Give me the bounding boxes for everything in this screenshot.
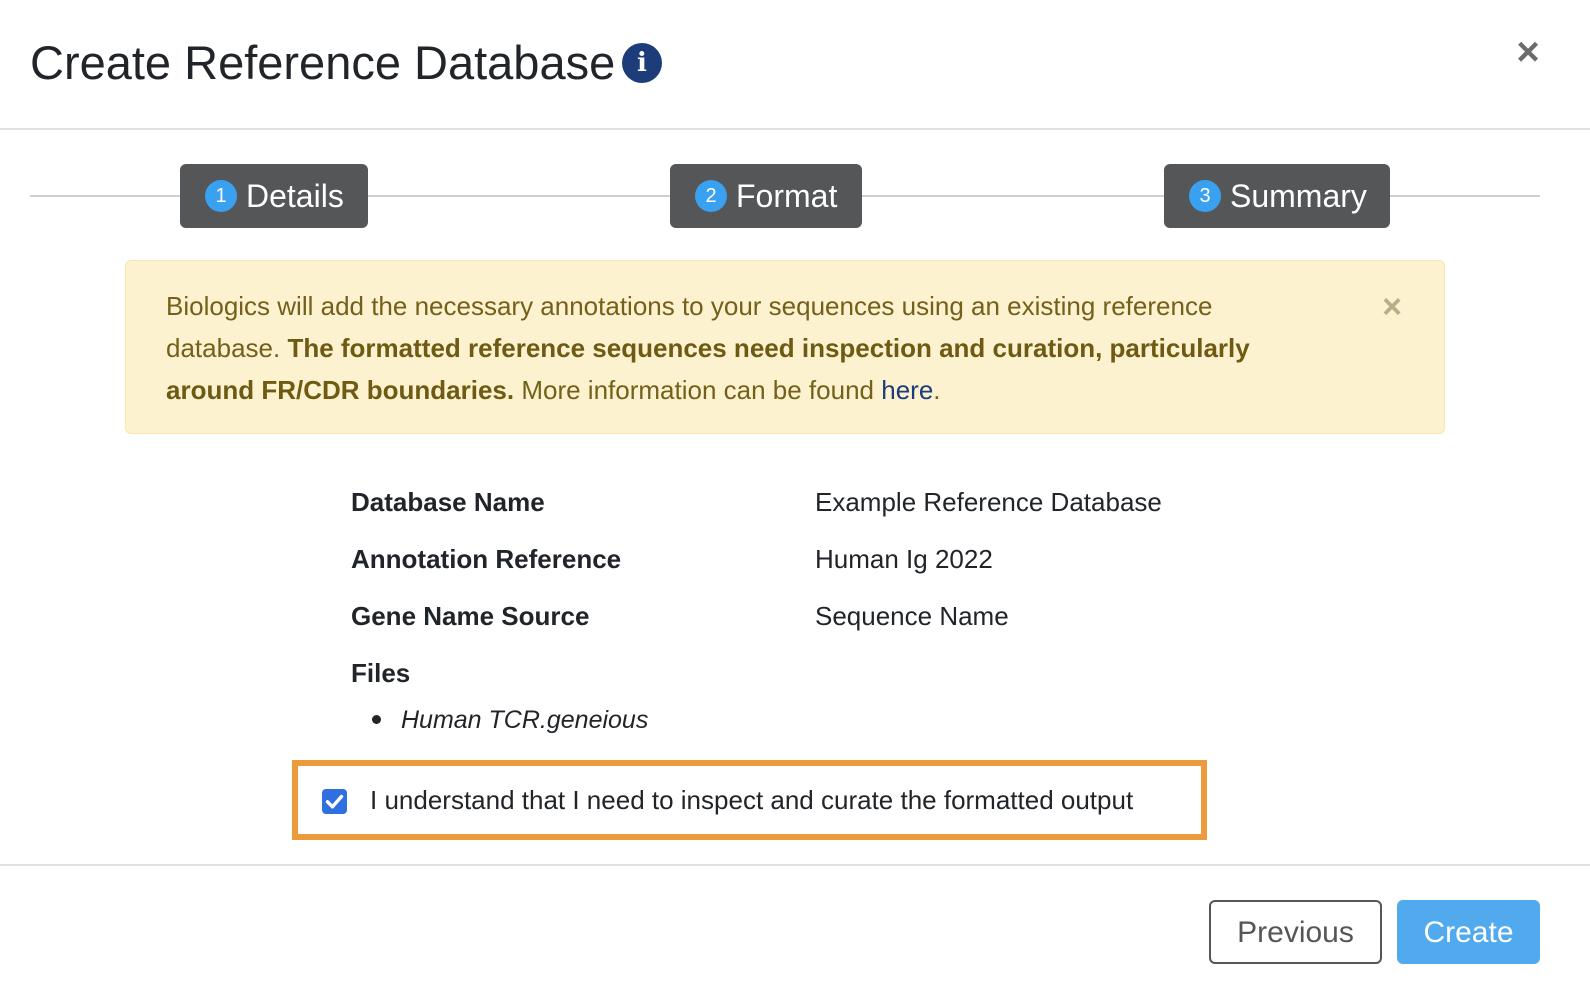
gene-name-source-value: Sequence Name [815, 601, 1009, 631]
annotation-reference-label: Annotation Reference [351, 544, 622, 574]
step-label: Summary [1230, 178, 1367, 214]
step-format[interactable]: 2 Format [670, 164, 862, 228]
alert-text-end: . [933, 375, 941, 405]
previous-button[interactable]: Previous [1209, 900, 1382, 964]
step-number-badge: 2 [695, 180, 727, 212]
alert-close-icon[interactable]: × [1374, 289, 1410, 325]
summary-row-annotation-reference: Annotation Reference Human Ig 2022 [351, 539, 1251, 579]
modal-footer: Previous Create [0, 864, 1590, 1004]
step-number-badge: 3 [1189, 180, 1221, 212]
file-list-item: Human TCR.geneious [372, 700, 648, 740]
more-info-link[interactable]: here [881, 375, 933, 405]
step-summary[interactable]: 3 Summary [1164, 164, 1390, 228]
confirm-label[interactable]: I understand that I need to inspect and … [370, 780, 1133, 820]
step-number-badge: 1 [205, 180, 237, 212]
summary-row-files: Files [351, 653, 1251, 693]
bullet-icon [372, 714, 381, 724]
summary-row-gene-name-source: Gene Name Source Sequence Name [351, 596, 1251, 636]
gene-name-source-label: Gene Name Source [351, 601, 590, 631]
alert-text-more: More information can be found [514, 375, 882, 405]
warning-alert: Biologics will add the necessary annotat… [125, 260, 1445, 434]
modal-title: Create Reference Database [30, 36, 616, 89]
checkmark-icon [325, 794, 344, 809]
create-reference-database-modal: Create Reference Database i × 1 Details … [0, 0, 1590, 1004]
confirm-highlight-box: I understand that I need to inspect and … [292, 760, 1207, 840]
confirm-checkbox[interactable] [322, 789, 347, 814]
modal-header: Create Reference Database i × [0, 0, 1590, 130]
annotation-reference-value: Human Ig 2022 [815, 544, 993, 574]
files-label: Files [351, 658, 411, 688]
create-button[interactable]: Create [1397, 900, 1540, 964]
database-name-value: Example Reference Database [815, 487, 1162, 517]
close-icon[interactable]: × [1508, 32, 1548, 72]
summary-row-database-name: Database Name Example Reference Database [351, 482, 1251, 522]
step-label: Details [246, 178, 344, 214]
step-details[interactable]: 1 Details [180, 164, 368, 228]
step-label: Format [736, 178, 838, 214]
alert-message: Biologics will add the necessary annotat… [166, 285, 1326, 411]
file-name: Human TCR.geneious [401, 706, 649, 734]
database-name-label: Database Name [351, 487, 545, 517]
info-icon[interactable]: i [622, 43, 662, 83]
